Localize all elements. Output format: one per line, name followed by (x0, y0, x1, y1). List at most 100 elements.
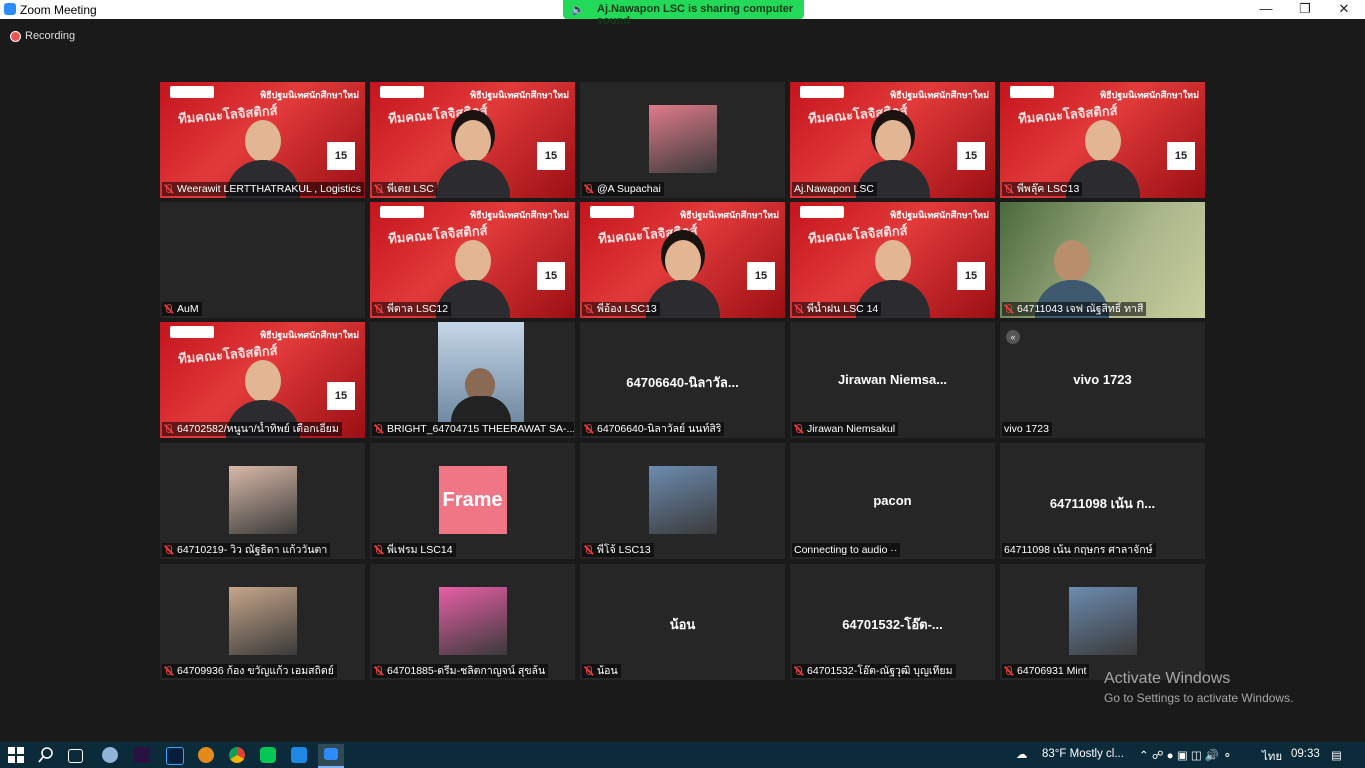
participant-tile[interactable]: 64709936 ก้อง ขวัญแก้ว เอมสถิตย์ (160, 564, 365, 680)
participant-tile[interactable]: พิธีปฐมนิเทศนักศึกษาใหม่ ทีมคณะโลจิสติกส์… (790, 82, 995, 198)
spu-logo (800, 206, 844, 218)
participant-name: @A Supachai (597, 183, 661, 195)
participant-tile[interactable]: vivo 1723 « vivo 1723 (1000, 322, 1205, 438)
video-feed: พิธีปฐมนิเทศนักศึกษาใหม่ ทีมคณะโลจิสติกส์… (580, 202, 785, 318)
gallery-view: พิธีปฐมนิเทศนักศึกษาใหม่ ทีมคณะโลจิสติกส์… (160, 82, 1205, 680)
participant-tile[interactable]: BRIGHT_64704715 THEERAWAT SA-... (370, 322, 575, 438)
video-feed: พิธีปฐมนิเทศนักศึกษาใหม่ ทีมคณะโลจิสติกส์… (1000, 82, 1205, 198)
participant-tile[interactable]: พิธีปฐมนิเทศนักศึกษาใหม่ ทีมคณะโลจิสติกส์… (1000, 82, 1205, 198)
line-icon[interactable] (260, 747, 276, 763)
participant-name: BRIGHT_64704715 THEERAWAT SA-... (387, 423, 574, 435)
browser-icon[interactable] (198, 747, 214, 763)
restore-button[interactable]: ❐ (1285, 0, 1325, 19)
chrome-icon[interactable] (229, 747, 245, 763)
muted-mic-icon (374, 423, 383, 435)
profile-picture (228, 587, 297, 655)
participant-tile[interactable]: pacon Connecting to audio ·· (790, 443, 995, 559)
task-view-icon[interactable] (68, 749, 83, 763)
participant-name: 64701885-ดรีม-ชลิตกาญจน์ สุขล้น (387, 665, 546, 677)
calendar-badge: 15 (327, 382, 355, 410)
participant-tile[interactable]: พิธีปฐมนิเทศนักศึกษาใหม่ ทีมคณะโลจิสติกส์… (790, 202, 995, 318)
tray-icons[interactable]: ⌃ ☍ ● ▣ ◫ 🔊 ⚬ (1139, 748, 1232, 762)
participant-tile[interactable]: 64701885-ดรีม-ชลิตกาญจน์ สุขล้น (370, 564, 575, 680)
calendar-badge: 15 (957, 142, 985, 170)
photoshop-icon[interactable] (166, 747, 184, 765)
participant-name: 64709936 ก้อง ขวัญแก้ว เอมสถิตย์ (177, 665, 334, 677)
participant-tile[interactable]: Frame พี่เฟรม LSC14 (370, 443, 575, 559)
weather-icon[interactable]: ☁ (1016, 747, 1028, 761)
participant-name-label: Weerawit LERTTHATRAKUL , Logistics ... (162, 182, 364, 196)
participant-name-label: พี่ตาล LSC12 (372, 302, 452, 316)
notification-icon[interactable]: ▤ (1331, 748, 1342, 762)
participant-tile[interactable]: 64706640-นิลาวัล... 64706640-นิลาวัลย์ นน… (580, 322, 785, 438)
participant-tile[interactable]: @A Supachai (580, 82, 785, 198)
participant-name-label: พี่โจ้ LSC13 (582, 543, 654, 557)
zoom-taskbar-button[interactable] (318, 744, 344, 768)
participant-tile[interactable]: พิธีปฐมนิเทศนักศึกษาใหม่ ทีมคณะโลจิสติกส์… (370, 82, 575, 198)
participant-tile[interactable]: 64706931 Mint (1000, 564, 1205, 680)
participant-name: พี่โจ้ LSC13 (597, 544, 651, 556)
profile-picture (228, 466, 297, 534)
participant-name-label: 64711043 เจฟ ณัฐสิทธิ์ ทาสี (1002, 302, 1147, 316)
activation-line2: Go to Settings to activate Windows. (1104, 691, 1294, 705)
participant-tile[interactable]: 64710219- วิว ณัฐธิดา แก้ววันตา (160, 443, 365, 559)
search-icon[interactable] (38, 747, 54, 763)
zoom-app-icon (4, 3, 16, 15)
participant-name-label: 64710219- วิว ณัฐธิดา แก้ววันตา (162, 543, 331, 557)
minimize-button[interactable]: — (1246, 0, 1286, 19)
record-dot-icon (10, 30, 21, 42)
participant-tile[interactable]: 64711098 เน้น ก... 64711098 เน้น กฤษกร ศา… (1000, 443, 1205, 559)
participant-tile[interactable]: พี่โจ้ LSC13 (580, 443, 785, 559)
participant-name-label: พี่น้ำฝน LSC 14 (792, 302, 882, 316)
video-feed: พิธีปฐมนิเทศนักศึกษาใหม่ ทีมคณะโลจิสติกส์… (790, 82, 995, 198)
language-indicator[interactable]: ไทย (1262, 748, 1282, 766)
video-feed: พิธีปฐมนิเทศนักศึกษาใหม่ ทีมคณะโลจิสติกส์… (370, 202, 575, 318)
speaker-icon: 🔈 (571, 4, 585, 16)
participant-name-label: พี่อ้อง LSC13 (582, 302, 660, 316)
start-icon[interactable] (8, 747, 24, 763)
participant-name: 64701532-โอ๊ต-ณัฐวุฒิ บุญเทียม (807, 665, 953, 677)
participant-name-label: Aj.Nawapon LSC (792, 182, 877, 196)
muted-mic-icon (164, 665, 173, 677)
calendar-badge: 15 (537, 142, 565, 170)
recording-indicator[interactable]: Recording (10, 30, 75, 42)
sharing-sound-banner[interactable]: 🔈 Aj.Nawapon LSC is sharing computer sou… (563, 0, 804, 27)
weather-text[interactable]: 83°F Mostly cl... (1042, 748, 1124, 760)
participant-tile[interactable]: 64701532-โอ๊ต-... 64701532-โอ๊ต-ณัฐวุฒิ บ… (790, 564, 995, 680)
participant-tile[interactable]: พิธีปฐมนิเทศนักศึกษาใหม่ ทีมคณะโลจิสติกส์… (160, 82, 365, 198)
clock[interactable]: 09:33 (1291, 748, 1320, 760)
muted-mic-icon (584, 303, 593, 315)
participant-name-label: 64706931 Mint (1002, 664, 1090, 678)
participant-name: 64711043 เจฟ ณัฐสิทธิ์ ทาสี (1017, 303, 1144, 315)
windows-taskbar: ☁ 83°F Mostly cl... ⌃ ☍ ● ▣ ◫ 🔊 ⚬ ไทย 09… (0, 742, 1365, 768)
muted-mic-icon (374, 665, 383, 677)
window-title: Zoom Meeting (20, 3, 97, 17)
video-feed: พิธีปฐมนิเทศนักศึกษาใหม่ ทีมคณะโลจิสติกส์… (160, 82, 365, 198)
participant-tile[interactable]: พิธีปฐมนิเทศนักศึกษาใหม่ ทีมคณะโลจิสติกส์… (370, 202, 575, 318)
muted-mic-icon (164, 303, 173, 315)
profile-picture (1068, 587, 1137, 655)
participant-tile[interactable]: พิธีปฐมนิเทศนักศึกษาใหม่ ทีมคณะโลจิสติกส์… (580, 202, 785, 318)
rewind-icon[interactable]: « (1006, 330, 1020, 344)
premiere-icon[interactable] (134, 747, 150, 763)
calendar-badge: 15 (747, 262, 775, 290)
participant-name-label: BRIGHT_64704715 THEERAWAT SA-... (372, 422, 574, 436)
participant-tile[interactable]: Jirawan Niemsa... Jirawan Niemsakul (790, 322, 995, 438)
app-icon[interactable] (102, 747, 118, 763)
calendar-badge: 15 (957, 262, 985, 290)
participant-tile[interactable]: พิธีปฐมนิเทศนักศึกษาใหม่ ทีมคณะโลจิสติกส์… (160, 322, 365, 438)
profile-picture: Frame (438, 466, 507, 534)
spu-logo (1010, 86, 1054, 98)
muted-mic-icon (794, 665, 803, 677)
participant-display-name: vivo 1723 (1073, 372, 1132, 387)
participant-tile[interactable]: AuM (160, 202, 365, 318)
participant-name: พี่อ้อง LSC13 (597, 303, 657, 315)
participant-tile[interactable]: น้อน น้อน (580, 564, 785, 680)
recording-label: Recording (25, 30, 76, 42)
muted-mic-icon (164, 544, 173, 556)
close-button[interactable]: ✕ (1324, 0, 1364, 19)
mail-icon[interactable] (291, 747, 307, 763)
participant-tile[interactable]: 64711043 เจฟ ณัฐสิทธิ์ ทาสี (1000, 202, 1205, 318)
muted-mic-icon (374, 183, 383, 195)
participant-display-name: pacon (873, 493, 912, 508)
